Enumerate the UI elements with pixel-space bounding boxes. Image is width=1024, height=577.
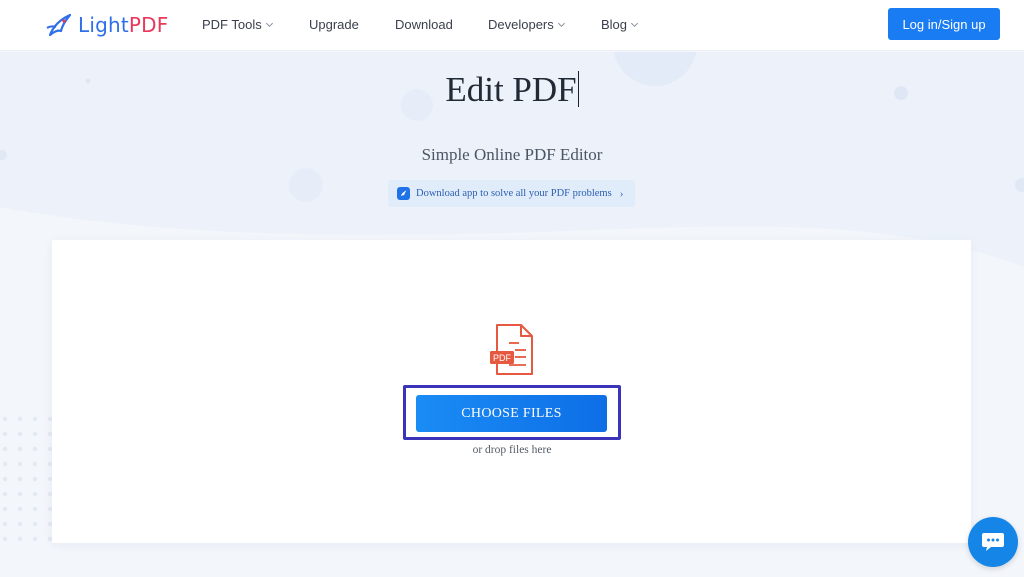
- login-signup-button[interactable]: Log in/Sign up: [888, 8, 1000, 40]
- chevron-down-icon: [557, 22, 565, 28]
- page-title-text: Edit PDF: [445, 70, 577, 109]
- pdf-file-icon: PDF: [490, 324, 533, 375]
- nav-label: PDF Tools: [202, 17, 262, 32]
- top-navbar: LightPDF PDF Tools Upgrade Download Deve…: [0, 0, 1024, 51]
- text-cursor: [577, 71, 579, 107]
- nav-label: Blog: [601, 17, 628, 32]
- brand-logo[interactable]: LightPDF: [44, 10, 169, 40]
- nav-pdf-tools[interactable]: PDF Tools: [202, 17, 274, 32]
- lightpdf-logo-icon: [46, 13, 72, 37]
- chevron-down-icon: [631, 22, 639, 28]
- choose-files-button[interactable]: CHOOSE FILES: [416, 395, 607, 432]
- nav-upgrade[interactable]: Upgrade: [309, 17, 359, 32]
- nav-blog[interactable]: Blog: [601, 17, 639, 32]
- brand-name: LightPDF: [78, 13, 169, 37]
- nav-label: Upgrade: [309, 17, 359, 32]
- chat-widget-button[interactable]: [968, 517, 1018, 567]
- download-app-banner[interactable]: Download app to solve all your PDF probl…: [388, 180, 635, 207]
- app-icon: [397, 187, 410, 200]
- dot-pattern-decoration: [2, 416, 52, 542]
- nav-label: Developers: [488, 17, 554, 32]
- page-title: Edit PDF: [0, 70, 1024, 110]
- drop-files-hint: or drop files here: [472, 444, 552, 456]
- nav-download[interactable]: Download: [395, 17, 453, 32]
- chevron-right-icon: ›: [619, 187, 624, 200]
- page-subtitle: Simple Online PDF Editor: [421, 145, 603, 164]
- chevron-down-icon: [265, 22, 273, 28]
- nav-developers[interactable]: Developers: [488, 17, 566, 32]
- chat-icon: [982, 533, 1004, 551]
- nav-label: Download: [395, 17, 453, 32]
- pdf-file-icon-label: PDF: [493, 353, 512, 363]
- app-banner-text: Download app to solve all your PDF probl…: [416, 188, 612, 199]
